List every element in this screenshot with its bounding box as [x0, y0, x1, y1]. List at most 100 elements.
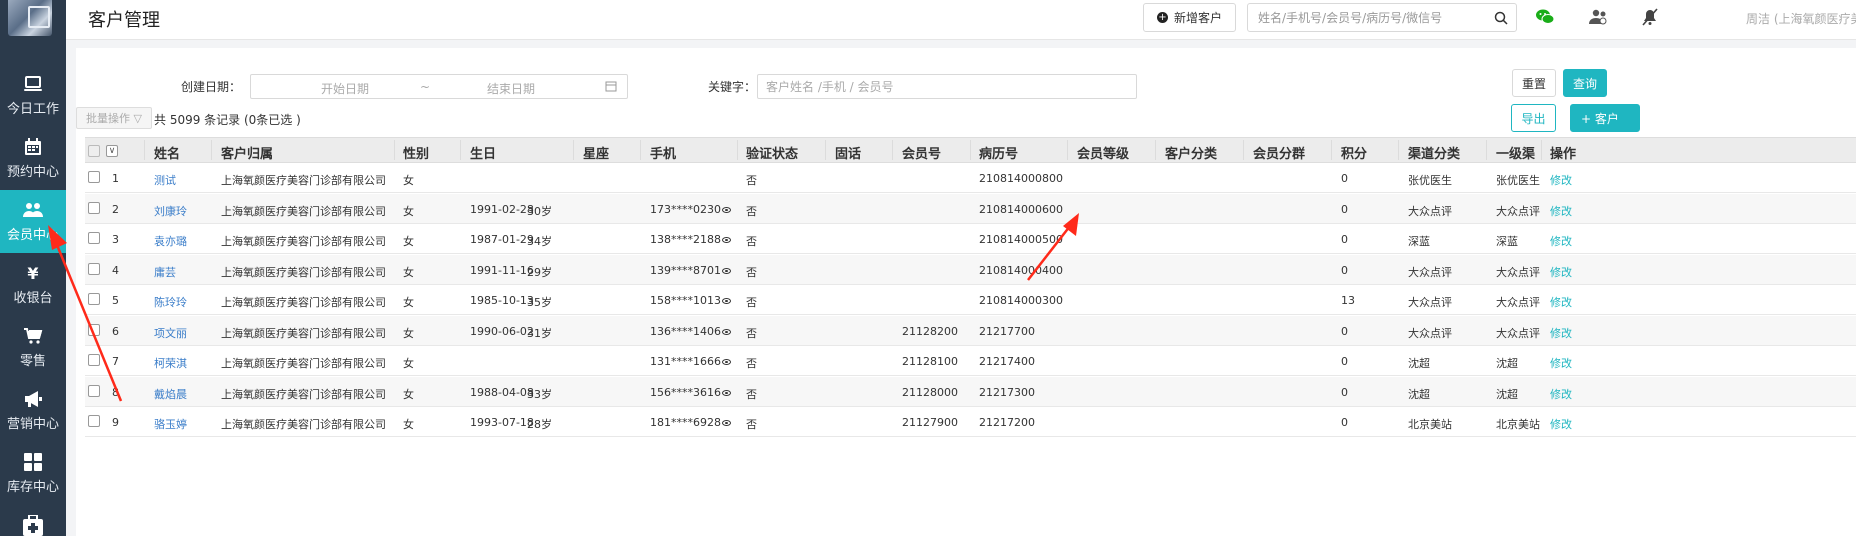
medical-kit-icon[interactable] — [22, 514, 44, 536]
member-points: 0 — [1341, 172, 1348, 185]
customer-phone: 158****1013 — [650, 294, 731, 307]
member-points: 0 — [1341, 263, 1348, 277]
row-checkbox[interactable] — [88, 384, 100, 397]
row-number: 3 — [112, 233, 119, 246]
edit-link[interactable]: 修改 — [1550, 203, 1572, 219]
customer-phone: 139****8701 — [650, 264, 731, 277]
search-icon[interactable] — [1494, 11, 1508, 25]
sidebar-item-label: 零售 — [19, 354, 46, 369]
table-row: 6 项文丽 上海氧颜医疗美容门诊部有限公司 女 1990-06-02 31岁 136****… — [85, 315, 1856, 346]
row-checkbox[interactable] — [88, 201, 100, 214]
global-search-input[interactable] — [1258, 10, 1488, 26]
customer-org: 上海氧颜医疗美容门诊部有限公司 — [221, 326, 386, 340]
keyword-input[interactable] — [766, 79, 1126, 95]
edit-link[interactable]: 修改 — [1550, 172, 1572, 188]
member-points: 0 — [1341, 233, 1348, 246]
row-checkbox[interactable] — [88, 415, 100, 427]
edit-link[interactable]: 修改 — [1550, 294, 1572, 310]
app-logo — [8, 0, 52, 36]
primary-channel: 大众点评 — [1496, 326, 1540, 340]
verify-status: 否 — [746, 204, 757, 218]
sidebar-item-members[interactable]: 会员中心 — [0, 190, 66, 253]
add-customer-list-button[interactable]: + 客户 — [1570, 104, 1640, 132]
row-number: 4 — [112, 263, 119, 277]
eye-icon[interactable] — [722, 267, 731, 274]
customer-phone: 138****2188 — [650, 233, 731, 246]
sidebar-item-label: 会员中心 — [6, 228, 59, 243]
verify-status: 否 — [746, 387, 757, 401]
record-count: 共 5099 条记录 (0条已选 ) — [154, 113, 301, 127]
col-member-level: 会员等级 — [1077, 147, 1130, 162]
end-date-field[interactable]: 结束日期 — [487, 80, 535, 97]
keyword-field[interactable] — [757, 74, 1137, 99]
customer-age: 31岁 — [527, 326, 552, 340]
eye-icon[interactable] — [722, 359, 731, 365]
reset-button[interactable]: 重置 — [1512, 69, 1556, 97]
customer-age: 28岁 — [527, 418, 552, 431]
column-toggle-icon[interactable]: ∨ — [106, 145, 118, 157]
sidebar-item-cashier[interactable]: ¥ 收银台 — [0, 253, 66, 316]
row-checkbox[interactable] — [88, 323, 100, 336]
customer-name-link[interactable]: 测试 — [154, 172, 176, 188]
customer-name-link[interactable]: 柯荣淇 — [154, 355, 187, 371]
member-number: 21128100 — [902, 355, 958, 368]
edit-link[interactable]: 修改 — [1550, 416, 1572, 432]
plus-circle-icon: + — [1156, 12, 1168, 23]
keyword-label: 关键字： — [708, 80, 757, 94]
member-number: 21128200 — [902, 324, 958, 338]
sidebar-item-marketing[interactable]: 营销中心 — [0, 379, 66, 442]
batch-operation-select[interactable]: 批量操作 ▽ — [76, 107, 152, 129]
select-all-checkbox[interactable] — [88, 145, 100, 157]
row-checkbox[interactable] — [88, 171, 100, 183]
row-checkbox[interactable] — [88, 354, 100, 366]
customer-phone: 156****3616 — [650, 386, 731, 399]
row-checkbox[interactable] — [88, 262, 100, 275]
customer-name-link[interactable]: 戴焰晨 — [154, 386, 187, 402]
table-row: 5 陈玲玲 上海氧颜医疗美容门诊部有限公司 女 1985-10-13 35岁 158****… — [85, 285, 1856, 315]
customer-org: 上海氧颜医疗美容门诊部有限公司 — [221, 204, 386, 218]
main-content: 创建日期： 开始日期 ~ 结束日期 关键字： 重置 查询 导出 + 客户 批量操… — [76, 48, 1856, 536]
edit-link[interactable]: 修改 — [1550, 264, 1572, 280]
medical-record-number: 21217700 — [979, 324, 1035, 338]
edit-link[interactable]: 修改 — [1550, 386, 1572, 402]
customer-name-link[interactable]: 项文丽 — [154, 325, 187, 341]
created-date-label: 创建日期： — [181, 80, 242, 94]
sidebar-item-retail[interactable]: 零售 — [0, 316, 66, 379]
export-button[interactable]: 导出 — [1511, 104, 1556, 132]
sidebar-item-inventory[interactable]: 库存中心 — [0, 442, 66, 505]
wechat-icon[interactable] — [1535, 8, 1555, 26]
add-customer-button[interactable]: + 新增客户 — [1143, 3, 1236, 32]
global-search[interactable] — [1247, 3, 1517, 32]
eye-icon[interactable] — [722, 298, 731, 304]
date-range-picker[interactable]: 开始日期 ~ 结束日期 — [250, 74, 628, 99]
table-header: ∨ 姓名 客户归属 性别 生日 星座 手机 验证状态 固话 会员号 病历号 会员… — [85, 137, 1856, 163]
sidebar-item-appointments[interactable]: 预约中心 — [0, 127, 66, 190]
eye-icon[interactable] — [722, 420, 731, 426]
eye-icon[interactable] — [722, 389, 731, 396]
row-checkbox[interactable] — [88, 293, 100, 305]
current-user[interactable]: 周洁 (上海氧颜医疗美容门诊部有限 — [1746, 10, 1856, 27]
edit-link[interactable]: 修改 — [1550, 355, 1572, 371]
customer-name-link[interactable]: 刘康玲 — [154, 203, 187, 219]
customer-name-link[interactable]: 骆玉婷 — [154, 416, 187, 432]
eye-icon[interactable] — [722, 328, 731, 335]
mute-notification-icon[interactable] — [1640, 8, 1660, 26]
team-icon[interactable] — [1588, 8, 1608, 26]
eye-icon[interactable] — [722, 206, 731, 213]
sidebar-item-label: 预约中心 — [6, 165, 59, 180]
edit-link[interactable]: 修改 — [1550, 325, 1572, 341]
medical-record-number: 210814000800 — [979, 172, 1063, 185]
start-date-field[interactable]: 开始日期 — [321, 80, 369, 97]
customer-name-link[interactable]: 袁亦璐 — [154, 233, 187, 249]
row-checkbox[interactable] — [88, 232, 100, 244]
channel-category: 大众点评 — [1408, 265, 1452, 279]
edit-link[interactable]: 修改 — [1550, 233, 1572, 249]
verify-status: 否 — [746, 265, 757, 279]
customer-name-link[interactable]: 陈玲玲 — [154, 294, 187, 310]
customer-name-link[interactable]: 庸芸 — [154, 264, 176, 280]
channel-category: 大众点评 — [1408, 204, 1452, 218]
query-button[interactable]: 查询 — [1563, 69, 1607, 97]
customer-gender: 女 — [403, 357, 414, 370]
eye-icon[interactable] — [722, 237, 731, 243]
sidebar-item-today-work[interactable]: 今日工作 — [0, 64, 66, 127]
